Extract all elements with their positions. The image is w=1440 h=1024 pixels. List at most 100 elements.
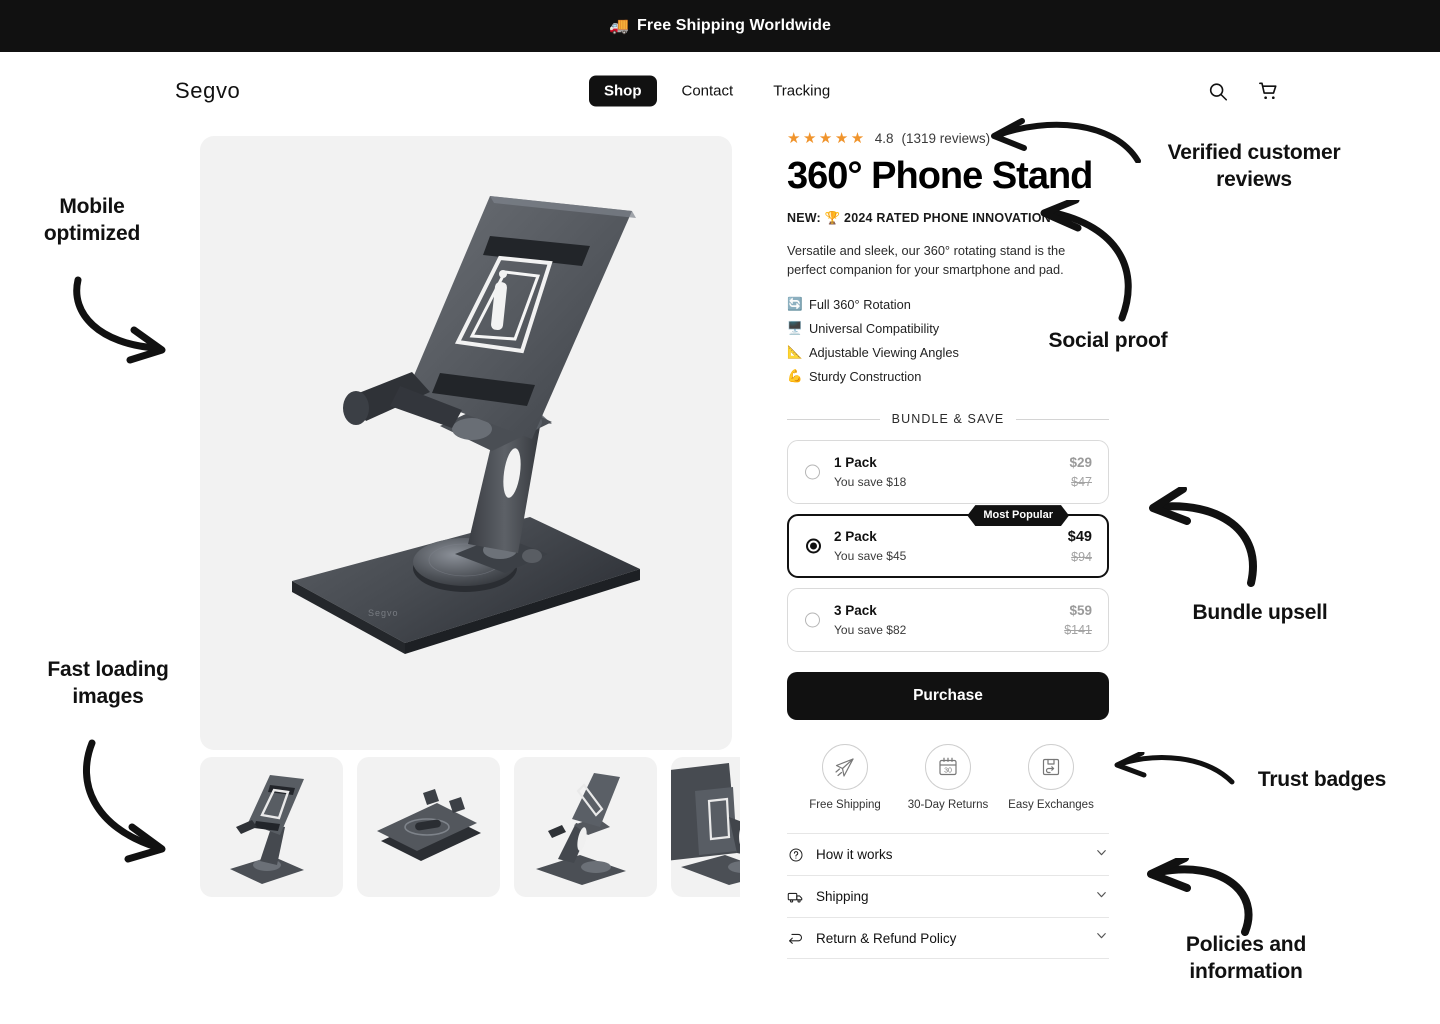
bundle-options: 1 Pack You save $18 $29 $47 Most Popular… bbox=[787, 440, 1109, 653]
list-item[interactable] bbox=[200, 757, 343, 897]
annotation-verified-reviews: Verified customer reviews bbox=[1167, 141, 1341, 192]
thumb-rear-angle-icon bbox=[671, 763, 740, 885]
trust-badge-free-shipping: Free Shipping bbox=[799, 744, 891, 811]
list-item[interactable] bbox=[671, 757, 740, 897]
list-item[interactable] bbox=[514, 757, 657, 897]
accordion-label: How it works bbox=[816, 847, 893, 863]
annotation-bundle-upsell: Bundle upsell bbox=[1192, 601, 1328, 624]
annotation-arrow-policies-icon bbox=[1147, 858, 1253, 936]
option-savings: You save $18 bbox=[834, 475, 907, 490]
hero-image[interactable]: Segvo bbox=[200, 136, 732, 750]
option-compare-price: $47 bbox=[1071, 475, 1092, 490]
purchase-button[interactable]: Purchase bbox=[787, 672, 1109, 721]
announcement-text: Free Shipping Worldwide bbox=[637, 17, 832, 34]
thumb-side-angle-icon bbox=[536, 773, 626, 885]
paper-plane-icon bbox=[822, 744, 868, 791]
svg-text:30: 30 bbox=[944, 767, 952, 774]
chevron-down-icon[interactable] bbox=[1094, 928, 1109, 948]
bundle-option-3-pack[interactable]: 3 Pack You save $82 $59 $141 bbox=[787, 588, 1109, 653]
divider-left bbox=[787, 418, 880, 420]
thumb-folded-flat-icon bbox=[377, 789, 481, 861]
header-actions bbox=[1207, 80, 1280, 103]
product-gallery: Segvo bbox=[200, 136, 732, 750]
trust-badge-returns: 30 30-Day Returns bbox=[902, 744, 994, 811]
product-award-line: NEW: 🏆 2024 RATED PHONE INNOVATION bbox=[787, 211, 1109, 226]
trust-badge-exchanges: Easy Exchanges bbox=[1005, 744, 1097, 811]
option-compare-price: $141 bbox=[1064, 623, 1092, 638]
nav-item-contact[interactable]: Contact bbox=[667, 76, 749, 107]
annotation-arrow-trust-icon bbox=[1114, 752, 1235, 785]
site-header: Segvo Shop Contact Tracking bbox=[0, 52, 1440, 130]
feature-label: Universal Compatibility bbox=[809, 321, 940, 337]
option-price: $29 bbox=[1069, 455, 1092, 471]
option-name: 1 Pack bbox=[834, 455, 877, 471]
annotation-fast-loading: Fast loading images bbox=[47, 658, 169, 709]
trust-badge-label: 30-Day Returns bbox=[907, 799, 989, 812]
award-text: 2024 RATED PHONE INNOVATION bbox=[844, 211, 1051, 226]
rating-value: 4.8 bbox=[874, 130, 894, 146]
accordion-label: Return & Refund Policy bbox=[816, 930, 957, 946]
star-rating-icon: ★★★★★ bbox=[787, 129, 867, 147]
radio-button[interactable] bbox=[806, 538, 821, 554]
monitor-icon: 🖥️ bbox=[787, 321, 803, 336]
option-name: 2 Pack bbox=[834, 529, 877, 545]
list-item[interactable] bbox=[357, 757, 500, 897]
option-price: $49 bbox=[1067, 529, 1092, 546]
triangle-ruler-icon: 📐 bbox=[787, 345, 803, 360]
radio-button[interactable] bbox=[805, 612, 820, 628]
info-accordions: How it works Shipping Return & Refund Po… bbox=[787, 833, 1109, 960]
nav-item-tracking[interactable]: Tracking bbox=[758, 76, 845, 107]
return-arrow-icon bbox=[787, 929, 804, 947]
nav-item-shop[interactable]: Shop bbox=[589, 75, 657, 107]
main-nav: Shop Contact Tracking bbox=[589, 75, 845, 107]
annotation-arrow-mobile-icon bbox=[73, 276, 166, 364]
annotation-mobile-optimized: Mobile optimized bbox=[43, 195, 141, 246]
accordion-shipping[interactable]: Shipping bbox=[787, 875, 1109, 917]
annotation-arrow-fast-icon bbox=[82, 739, 166, 863]
calendar-30-icon: 30 bbox=[925, 744, 971, 791]
product-info: ★★★★★ 4.8 (1319 reviews) 360° Phone Stan… bbox=[787, 128, 1109, 960]
accordion-how-it-works[interactable]: How it works bbox=[787, 833, 1109, 875]
thumbnail-strip bbox=[200, 757, 740, 897]
radio-button[interactable] bbox=[805, 464, 820, 480]
annotation-trust-badges: Trust badges bbox=[1257, 768, 1387, 791]
truck-emoji-icon: 🚚 bbox=[608, 18, 629, 35]
annotation-social-proof: Social proof bbox=[1048, 329, 1168, 352]
annotation-arrow-bundle-icon bbox=[1149, 487, 1257, 587]
option-name: 3 Pack bbox=[834, 603, 877, 619]
feature-label: Full 360° Rotation bbox=[809, 297, 911, 313]
question-circle-icon bbox=[787, 847, 804, 863]
chevron-down-icon[interactable] bbox=[1094, 887, 1109, 907]
bundle-option-2-pack[interactable]: Most Popular 2 Pack You save $45 $49 $94 bbox=[787, 514, 1109, 579]
product-page: 🚚 Free Shipping Worldwide Segvo Shop Con… bbox=[0, 0, 1440, 1024]
trophy-icon: 🏆 bbox=[824, 211, 841, 226]
bundle-heading: BUNDLE & SAVE bbox=[787, 412, 1109, 426]
accordion-label: Shipping bbox=[816, 889, 869, 905]
feature-item: 💪 Sturdy Construction bbox=[787, 369, 1109, 384]
feature-label: Adjustable Viewing Angles bbox=[809, 345, 959, 361]
bundle-heading-label: BUNDLE & SAVE bbox=[891, 412, 1005, 427]
search-icon[interactable] bbox=[1207, 80, 1229, 102]
option-savings: You save $82 bbox=[834, 623, 907, 638]
announcement-bar: 🚚 Free Shipping Worldwide bbox=[0, 0, 1440, 52]
chevron-down-icon[interactable] bbox=[1094, 845, 1109, 865]
divider-right bbox=[1016, 418, 1109, 420]
muscle-icon: 💪 bbox=[787, 369, 803, 384]
feature-item: 🔄 Full 360° Rotation bbox=[787, 297, 1109, 312]
feature-label: Sturdy Construction bbox=[809, 369, 922, 385]
cart-icon[interactable] bbox=[1257, 80, 1280, 103]
option-savings: You save $45 bbox=[834, 549, 907, 564]
phone-stand-illustration: Segvo bbox=[292, 196, 640, 654]
svg-text:Segvo: Segvo bbox=[368, 608, 399, 618]
box-return-icon bbox=[1028, 744, 1074, 791]
trust-badges: Free Shipping 30 30-Day Returns Easy Exc… bbox=[787, 744, 1109, 811]
bundle-option-1-pack[interactable]: 1 Pack You save $18 $29 $47 bbox=[787, 440, 1109, 505]
truck-icon bbox=[787, 888, 804, 906]
accordion-return-policy[interactable]: Return & Refund Policy bbox=[787, 917, 1109, 960]
option-price: $59 bbox=[1069, 603, 1092, 619]
trust-badge-label: Free Shipping bbox=[809, 799, 881, 812]
brand-logo[interactable]: Segvo bbox=[175, 78, 240, 104]
rotation-icon: 🔄 bbox=[787, 297, 803, 312]
review-count[interactable]: (1319 reviews) bbox=[902, 131, 991, 146]
product-description: Versatile and sleek, our 360° rotating s… bbox=[787, 243, 1066, 277]
